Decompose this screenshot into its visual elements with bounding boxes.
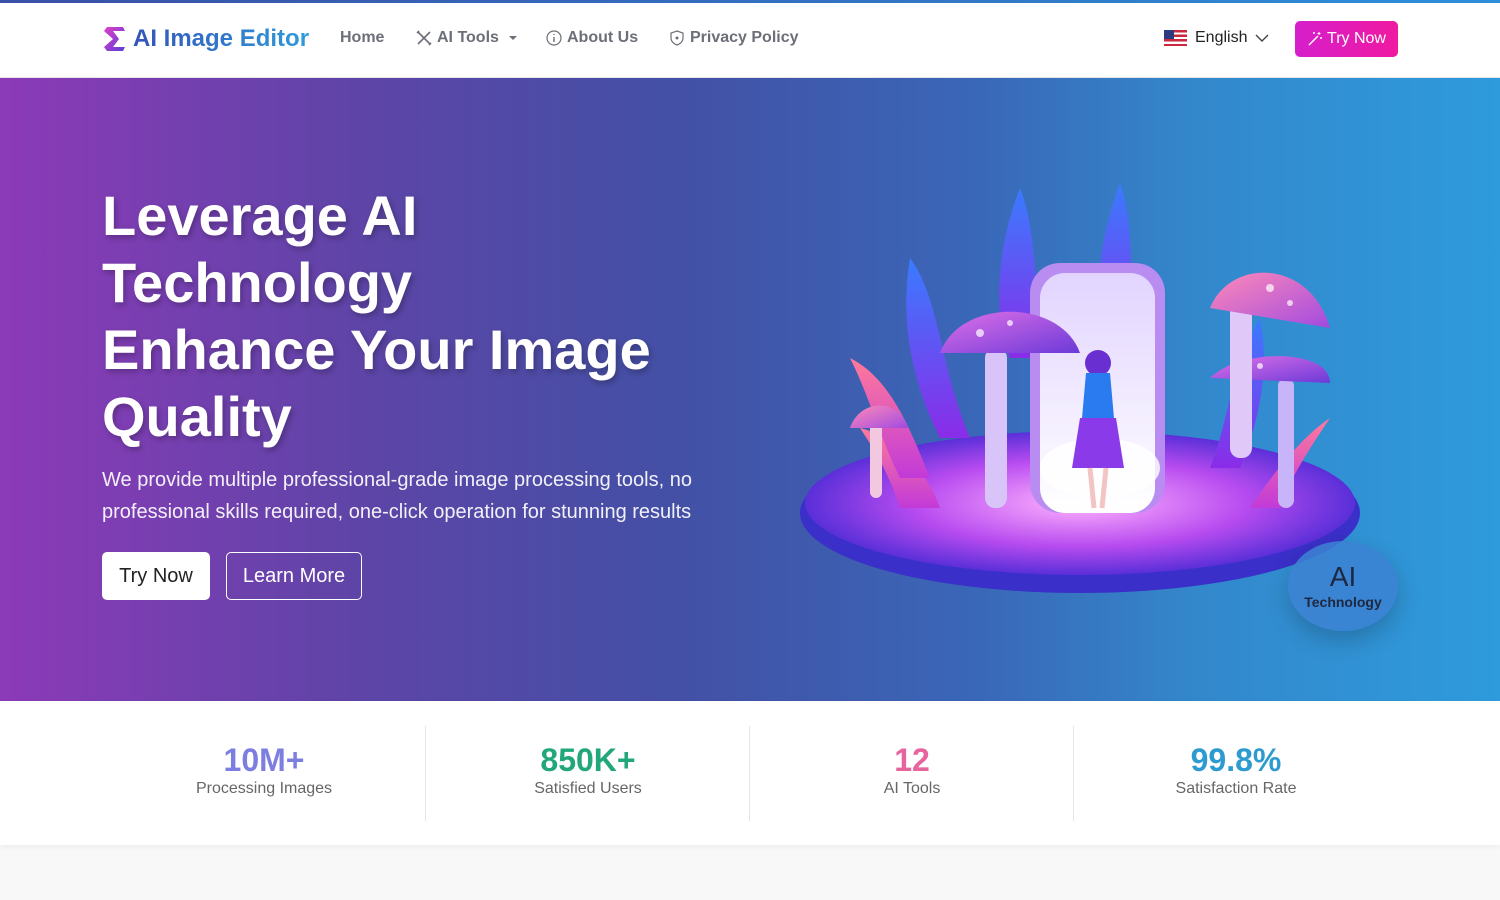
logo-text: AI Image Editor — [133, 25, 310, 52]
shield-icon — [670, 30, 684, 46]
chevron-down-icon — [1255, 34, 1269, 42]
nav-home[interactable]: Home — [340, 29, 384, 47]
stat-satisfied-users: 850K+ Satisfied Users — [534, 742, 642, 797]
ai-technology-badge: AI Technology — [1288, 541, 1398, 631]
hero-section: Leverage AI Technology Enhance Your Imag… — [0, 78, 1500, 701]
language-selector[interactable]: English — [1164, 29, 1269, 47]
nav-privacy-policy[interactable]: Privacy Policy — [669, 29, 799, 47]
caret-down-icon — [508, 36, 517, 40]
stat-satisfaction-rate: 99.8% Satisfaction Rate — [1175, 742, 1297, 797]
nav-ai-tools[interactable]: AI Tools — [416, 29, 517, 47]
navbar: AI Image Editor Home AI Tools About Us P… — [0, 3, 1500, 78]
stats-bar: 10M+ Processing Images 850K+ Satisfied U… — [0, 701, 1500, 845]
hero-title: Leverage AI Technology Enhance Your Imag… — [102, 184, 651, 448]
stat-ai-tools: 12 AI Tools — [883, 742, 941, 797]
hero-illustration — [800, 183, 1360, 593]
magic-wand-icon — [1308, 32, 1323, 46]
tools-icon — [416, 30, 432, 46]
nav-try-now-button[interactable]: Try Now — [1295, 21, 1398, 57]
hero-subtitle: We provide multiple professional-grade i… — [102, 469, 692, 523]
stat-processing-images: 10M+ Processing Images — [195, 742, 333, 797]
info-icon — [546, 30, 562, 46]
nav-about-us[interactable]: About Us — [546, 29, 638, 47]
us-flag-icon — [1164, 30, 1187, 46]
hero-learn-more-button[interactable]: Learn More — [226, 552, 362, 600]
hero-try-now-button[interactable]: Try Now — [102, 552, 210, 600]
logo-icon — [104, 27, 125, 51]
logo[interactable]: AI Image Editor — [101, 25, 309, 53]
